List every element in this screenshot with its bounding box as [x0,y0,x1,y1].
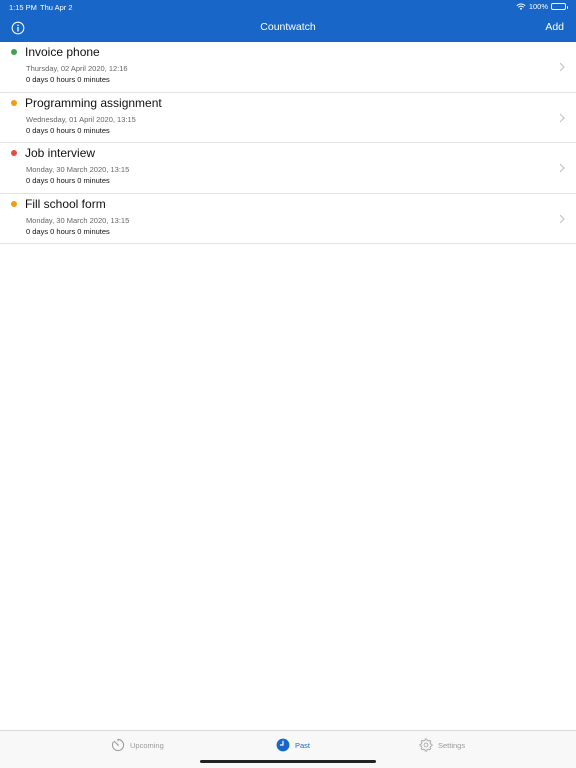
tab-settings[interactable]: Settings [419,738,465,752]
list-item[interactable]: Invoice phone Thursday, 02 April 2020, 1… [0,42,576,93]
tab-upcoming[interactable]: Upcoming [111,738,164,752]
add-button[interactable]: Add [545,21,564,33]
timer-icon [111,738,125,752]
item-title: Invoice phone [25,45,100,59]
chevron-right-icon [559,214,565,223]
countdown-list: Invoice phone Thursday, 02 April 2020, 1… [0,42,576,244]
item-countdown: 0 days 0 hours 0 minutes [26,75,110,84]
item-title: Job interview [25,146,96,160]
tab-label: Upcoming [130,740,164,750]
list-item[interactable]: Job interview Monday, 30 March 2020, 13:… [0,143,576,194]
chevron-right-icon [559,163,565,173]
status-time: 1:15 PM [9,3,37,12]
tab-label: Settings [438,740,466,750]
status-dot [11,99,17,106]
status-bar: 1:15 PM Thu Apr 2 100% [0,0,576,14]
list-item[interactable]: Fill school form Monday, 30 March 2020, … [0,194,576,244]
item-title: Programming assignment [25,95,162,110]
home-indicator [200,760,376,763]
chevron-right-icon [559,62,565,72]
gear-icon [419,738,433,752]
item-countdown: 0 days 0 hours 0 minutes [26,226,110,236]
item-countdown: 0 days 0 hours 0 minutes [26,125,110,135]
status-right: 100% [516,2,568,11]
chevron-right-icon [559,113,565,122]
item-date: Wednesday, 01 April 2020, 13:15 [26,114,136,124]
item-title: Fill school form [25,196,106,211]
battery-percent: 100% [528,2,548,11]
tab-label: Past [295,740,311,750]
status-date: Thu Apr 2 [40,3,73,12]
status-dot [11,150,17,156]
status-dot [11,49,17,55]
item-countdown: 0 days 0 hours 0 minutes [26,176,110,185]
item-date: Thursday, 02 April 2020, 12:16 [26,64,128,73]
battery-icon [551,3,568,10]
page-title: Countwatch [260,21,316,33]
tab-past[interactable]: Past [276,738,310,752]
list-item[interactable]: Programming assignment Wednesday, 01 Apr… [0,93,576,143]
navigation-bar: Countwatch Add [0,14,576,42]
clock-icon [276,738,290,752]
item-date: Monday, 30 March 2020, 13:15 [26,165,130,174]
status-dot [11,200,17,207]
wifi-icon [516,3,526,10]
top-bar: 1:15 PM Thu Apr 2 100% Countwatch Add [0,0,576,42]
item-date: Monday, 30 March 2020, 13:15 [26,215,130,225]
